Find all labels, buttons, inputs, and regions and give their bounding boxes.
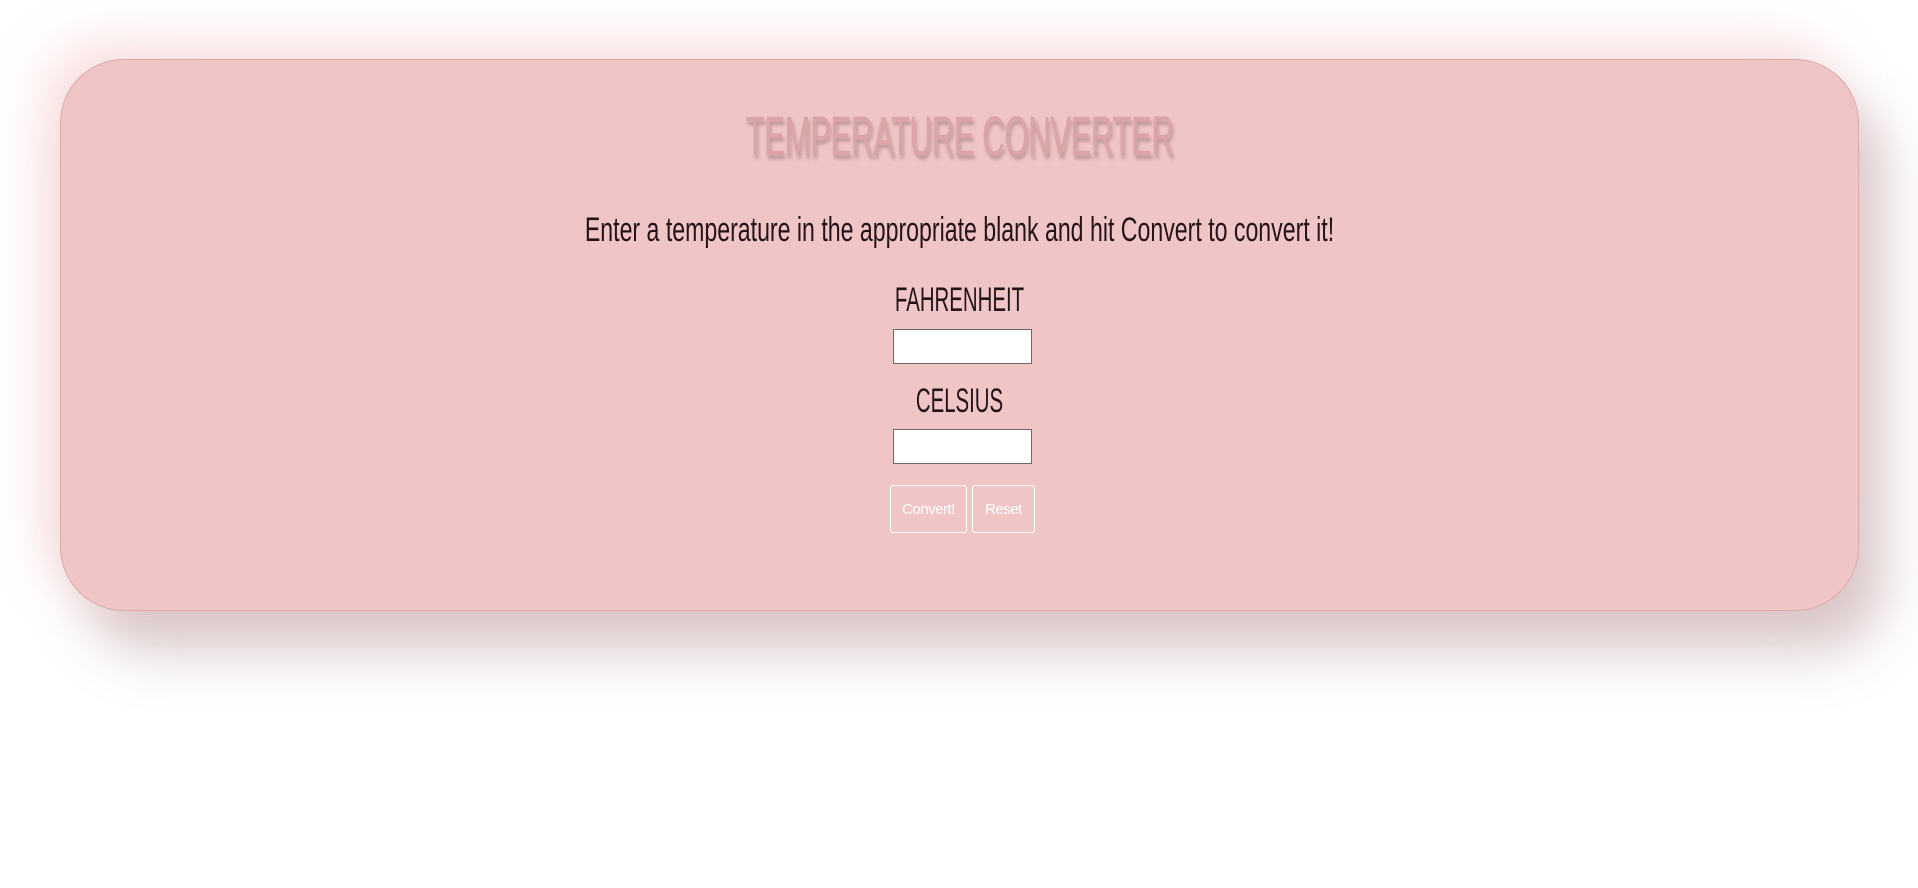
celsius-label: Celsius <box>915 382 1004 420</box>
converter-card: Temperature Converter Enter a temperatur… <box>60 59 1859 611</box>
reset-button[interactable]: Reset <box>972 485 1035 533</box>
celsius-input[interactable] <box>893 429 1032 464</box>
instructions-text: Enter a temperature in the appropriate b… <box>584 211 1335 249</box>
fahrenheit-input[interactable] <box>893 329 1032 364</box>
fahrenheit-label: Fahrenheit <box>894 281 1025 319</box>
page-title: Temperature Converter <box>745 104 1174 167</box>
convert-button[interactable]: Convert! <box>890 485 967 533</box>
